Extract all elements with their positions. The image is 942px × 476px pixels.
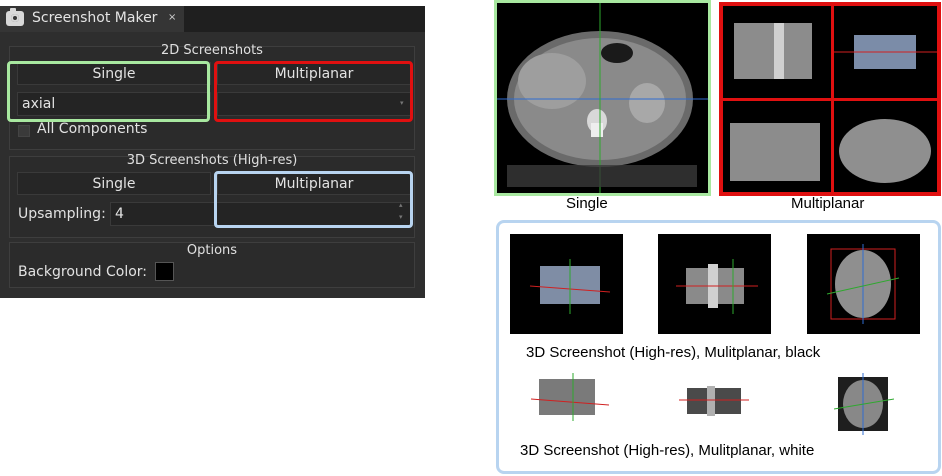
- axial-ct-image: [497, 3, 708, 193]
- all-components-label: All Components: [37, 121, 148, 137]
- highres-white-image-3: [833, 373, 895, 435]
- screenshot-maker-panel: Screenshot Maker × 2D Screenshots Single…: [0, 6, 425, 298]
- chevron-down-icon: ▾: [400, 99, 404, 107]
- options-title: Options: [186, 243, 238, 258]
- camera-icon: [6, 8, 24, 26]
- section-options: Options Background Color:: [9, 242, 415, 288]
- multiplanar-2d-select[interactable]: [217, 92, 411, 116]
- highres-black-image-3: [807, 234, 920, 334]
- multiplanar-ct-grid: [722, 5, 938, 193]
- multiplanar-3d-button[interactable]: Multiplanar: [217, 172, 411, 195]
- single-caption: Single: [566, 195, 608, 212]
- single-2d-button[interactable]: Single: [17, 62, 211, 85]
- single-screenshot-example: [494, 0, 711, 196]
- highres-black-caption: 3D Screenshot (High-res), Mulitplanar, b…: [526, 344, 821, 361]
- highres-black-image-1: [510, 234, 623, 334]
- multiplanar-caption: Multiplanar: [791, 195, 865, 212]
- single-3d-button[interactable]: Single: [17, 172, 211, 195]
- panel-title: Screenshot Maker: [32, 10, 158, 26]
- section-3d-screenshots: 3D Screenshots (High-res) Single Multipl…: [9, 153, 415, 238]
- panel-tab[interactable]: Screenshot Maker ×: [0, 6, 184, 32]
- section-2d-title: 2D Screenshots: [161, 43, 263, 58]
- upsampling-label: Upsampling:: [18, 206, 106, 222]
- multiplanar-screenshot-example: [719, 2, 941, 196]
- highres-black-image-2: [658, 234, 771, 334]
- spin-down-icon[interactable]: ▾: [399, 213, 403, 221]
- highres-white-image-1: [529, 373, 610, 421]
- multiplanar-2d-button[interactable]: Multiplanar: [217, 62, 411, 85]
- section-3d-title: 3D Screenshots (High-res): [126, 153, 298, 168]
- background-color-label: Background Color:: [18, 264, 147, 280]
- close-icon[interactable]: ×: [168, 12, 176, 23]
- highres-examples-box: 3D Screenshot (High-res), Mulitplanar, b…: [496, 220, 941, 474]
- plane-select[interactable]: axial: [17, 92, 211, 116]
- all-components-checkbox[interactable]: [18, 125, 30, 137]
- highres-white-caption: 3D Screenshot (High-res), Mulitplanar, w…: [520, 442, 815, 459]
- upsampling-spinbox[interactable]: 4: [110, 202, 411, 226]
- background-color-swatch[interactable]: [155, 262, 174, 281]
- section-2d-screenshots: 2D Screenshots Single Multiplanar axial …: [9, 43, 415, 150]
- highres-white-image-2: [679, 378, 749, 423]
- panel-titlebar: Screenshot Maker ×: [0, 6, 425, 32]
- spin-up-icon[interactable]: ▴: [399, 201, 403, 209]
